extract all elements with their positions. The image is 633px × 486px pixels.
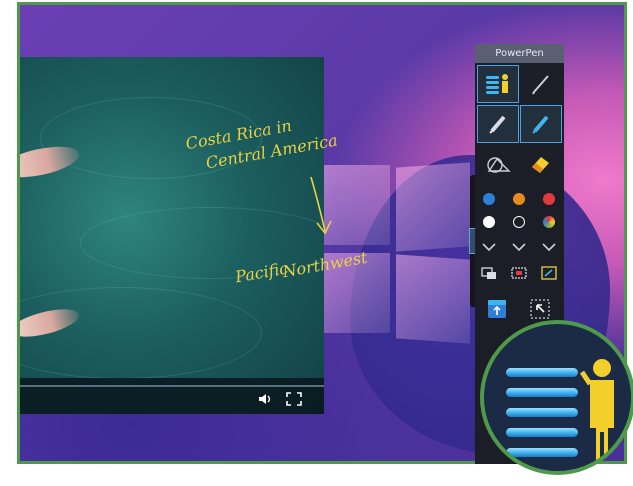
presenter-icon-zoom xyxy=(480,320,633,475)
color-black-swatch[interactable] xyxy=(513,216,525,228)
color-custom-swatch[interactable] xyxy=(543,216,555,228)
chevron-down-icon[interactable] xyxy=(512,242,526,252)
pen-tool-button[interactable] xyxy=(520,65,562,103)
color-orange-swatch[interactable] xyxy=(513,193,525,205)
region-capture-icon[interactable] xyxy=(511,266,527,280)
save-board-button[interactable] xyxy=(479,292,515,326)
highlighter-tool-button[interactable] xyxy=(520,105,562,143)
presenter-mode-button[interactable] xyxy=(477,65,519,103)
video-player[interactable] xyxy=(20,57,324,414)
progress-bar[interactable] xyxy=(20,385,324,387)
shapes-tool-button[interactable] xyxy=(477,145,519,183)
presenter-figure-icon xyxy=(580,359,614,466)
ink-arrow xyxy=(310,176,332,235)
chevron-down-icon[interactable] xyxy=(482,242,496,252)
color-white-swatch[interactable] xyxy=(483,216,495,228)
whiteboard-small-icon[interactable] xyxy=(541,266,557,280)
chevron-down-icon[interactable] xyxy=(542,242,556,252)
powerpen-title: PowerPen xyxy=(475,44,564,63)
color-red-swatch[interactable] xyxy=(543,193,555,205)
fullscreen-icon[interactable] xyxy=(286,392,302,406)
whale-1 xyxy=(20,140,82,184)
color-blue-swatch[interactable] xyxy=(483,193,495,205)
eraser-tool-button[interactable] xyxy=(520,145,562,183)
screen-capture-icon[interactable] xyxy=(481,266,497,280)
player-controls xyxy=(20,378,324,414)
volume-icon[interactable] xyxy=(258,392,274,406)
marker-tool-button[interactable] xyxy=(477,105,519,143)
